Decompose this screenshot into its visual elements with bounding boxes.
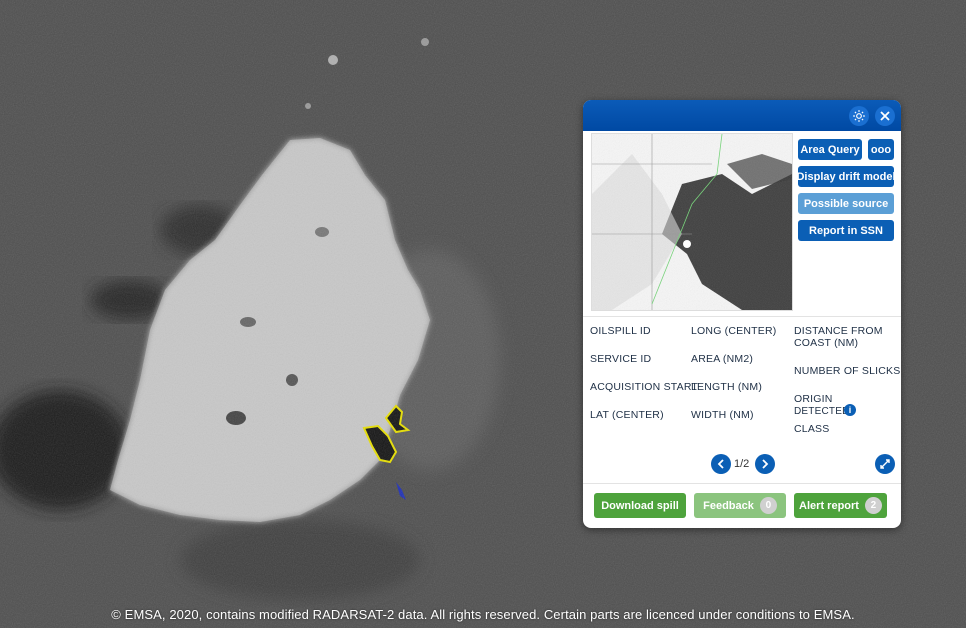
feedback-label: Feedback [703, 499, 754, 512]
next-page-button[interactable] [755, 454, 775, 474]
field-class: CLASS [794, 423, 830, 435]
copyright-notice: © EMSA, 2020, contains modified RADARSAT… [111, 607, 855, 622]
alert-report-button[interactable]: Alert report 2 [794, 493, 887, 518]
expand-icon[interactable] [875, 454, 895, 474]
alert-count-badge: 2 [864, 497, 882, 514]
previous-page-button[interactable] [711, 454, 731, 474]
divider [583, 483, 901, 484]
field-area: AREA (NM2) [691, 353, 754, 365]
spill-thumbnail[interactable] [591, 133, 793, 311]
close-icon[interactable] [875, 106, 895, 126]
field-number-of-slicks: NUMBER OF SLICKS [794, 365, 901, 377]
feedback-count-badge: 0 [759, 497, 777, 514]
download-spill-label: Download spill [601, 499, 679, 512]
field-lat-center: LAT (CENTER) [590, 409, 664, 421]
report-in-ssn-button[interactable]: Report in SSN [798, 220, 894, 241]
oilspill-info-panel: Area Query ooo Display drift model Possi… [583, 100, 901, 528]
area-query-button[interactable]: Area Query [798, 139, 862, 160]
alert-report-label: Alert report [799, 499, 859, 512]
field-distance-from-coast: DISTANCE FROM COAST (NM) [794, 325, 883, 349]
field-origin: ORIGIN [794, 393, 833, 405]
panel-header [583, 100, 901, 131]
field-oilspill-id: OILSPILL ID [590, 325, 651, 337]
info-icon[interactable]: i [844, 404, 856, 416]
feedback-button[interactable]: Feedback 0 [694, 493, 786, 518]
divider [583, 316, 901, 317]
possible-source-button[interactable]: Possible source [798, 193, 894, 214]
field-width: WIDTH (NM) [691, 409, 754, 421]
field-acquisition-start: ACQUISITION START [590, 381, 699, 393]
download-spill-button[interactable]: Download spill [594, 493, 686, 518]
page-indicator: 1/2 [734, 458, 750, 470]
gear-icon[interactable] [849, 106, 869, 126]
field-length: LENGTH (NM) [691, 381, 763, 393]
more-options-button[interactable]: ooo [868, 139, 894, 160]
field-service-id: SERVICE ID [590, 353, 652, 365]
field-long-center: LONG (CENTER) [691, 325, 777, 337]
field-detected: DETECTED [794, 406, 850, 417]
display-drift-model-button[interactable]: Display drift model [796, 166, 896, 187]
